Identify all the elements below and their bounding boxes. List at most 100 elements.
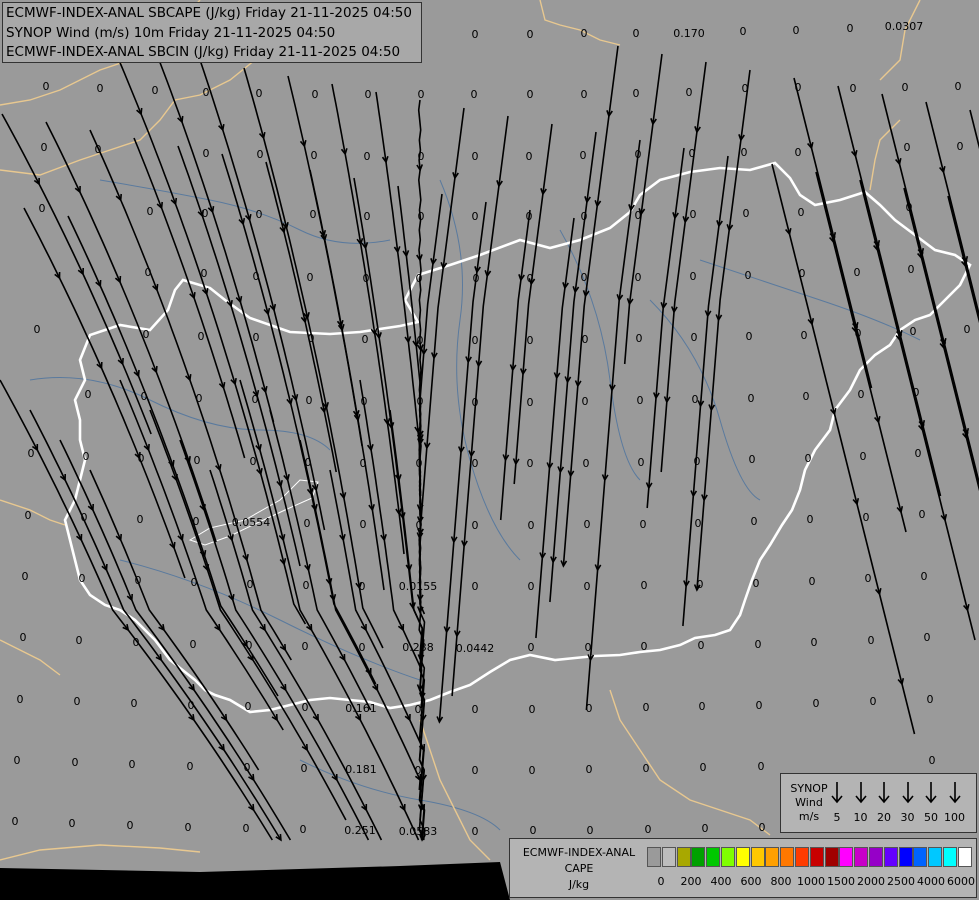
sbcin-value-label: 0 <box>245 700 252 713</box>
map-background <box>0 0 979 900</box>
sbcin-value-label: 0 <box>302 701 309 714</box>
sbcin-value-label: 0 <box>304 517 311 530</box>
title-line-sbcin: ECMWF-INDEX-ANAL SBCIN (J/kg) Friday 21-… <box>6 44 401 60</box>
sbcin-value-label: 0 <box>584 580 591 593</box>
sbcin-value-label: 0 <box>187 760 194 773</box>
cape-color-swatch <box>706 847 721 867</box>
sbcin-value-label: 0 <box>929 754 936 767</box>
sbcin-value-label: 0 <box>203 147 210 160</box>
sbcin-value-label: 0 <box>913 386 920 399</box>
sbcin-value-label: 0 <box>641 640 648 653</box>
sbcin-value-label: 0 <box>472 210 479 223</box>
sbcin-value-label: 0 <box>743 207 750 220</box>
sbcin-value-label: 0 <box>635 271 642 284</box>
sbcin-value-label: 0 <box>689 147 696 160</box>
sbcin-value-label: 0 <box>527 28 534 41</box>
sbcin-value-label: 0 <box>692 393 699 406</box>
sbcin-value-label: 0 <box>529 703 536 716</box>
sbcin-value-label: 0 <box>870 695 877 708</box>
sbcin-value-label: 0 <box>690 270 697 283</box>
sbcin-value-label: 0 <box>581 271 588 284</box>
sbcin-value-label: 0 <box>85 388 92 401</box>
sbcin-value-label: 0 <box>69 817 76 830</box>
sbcin-value-label: 0 <box>746 330 753 343</box>
sbcin-value-label: 0 <box>850 82 857 95</box>
sbcin-value-label: 0 <box>641 579 648 592</box>
sbcin-value-label: 0 <box>359 641 366 654</box>
sbcin-value-label: 0 <box>805 452 812 465</box>
synop-legend-value: 5 <box>833 811 841 824</box>
sbcin-value-label: 0 <box>807 513 814 526</box>
sbcin-value-label: 0 <box>191 576 198 589</box>
sbcin-value-label: 0 <box>529 764 536 777</box>
sbcin-value-label: 0 <box>20 631 27 644</box>
sbcin-value-label: 0 <box>472 580 479 593</box>
sbcin-value-label: 0 <box>581 210 588 223</box>
sbcin-value-label: 0 <box>244 761 251 774</box>
sbcin-value-label: 0 <box>305 456 312 469</box>
sbcin-value-label: 0 <box>581 88 588 101</box>
sbcin-value-label: 0 <box>801 329 808 342</box>
sbcin-value-label: 0 <box>702 822 709 835</box>
sbcin-value-label: 0 <box>72 756 79 769</box>
wind-arrow-icon <box>831 782 843 804</box>
synop-legend-title-line: SYNOP <box>790 782 828 795</box>
sbcin-value-label: 0 <box>127 819 134 832</box>
sbcin-value-label: 0 <box>584 518 591 531</box>
sbcin-value-label: 0 <box>847 22 854 35</box>
sbcin-value-label: 0 <box>472 396 479 409</box>
sbcin-value-label: 0 <box>527 457 534 470</box>
weather-map: 0 0 0 0 0 0 0 0 0 0 0 0 0 0 0 0 0 0 0 0 0 0 0 0 0 0 0 0 0 0 0 0 0 0 0 0 0 0 0 0… <box>0 0 979 900</box>
cape-color-swatch <box>854 847 869 867</box>
sbcin-value-label: 0 <box>301 762 308 775</box>
sbcin-value-label: 0 <box>700 761 707 774</box>
sbcin-value-label: 0 <box>418 88 425 101</box>
sbcin-value-label: 0 <box>472 703 479 716</box>
sbcin-value-label: 0 <box>362 333 369 346</box>
sbcin-value-label: 0 <box>246 639 253 652</box>
sbcin-value-label: 0 <box>753 577 760 590</box>
sbcin-value-label: 0 <box>76 634 83 647</box>
sbcin-value-label: 0 <box>17 693 24 706</box>
cape-color-swatch <box>943 847 957 867</box>
sbcin-value-label: 0 <box>253 331 260 344</box>
sbcin-value-label: 0 <box>253 270 260 283</box>
map-title-box: ECMWF-INDEX-ANAL SBCAPE (J/kg) Friday 21… <box>2 2 422 63</box>
sbcin-value-label: 0 <box>643 701 650 714</box>
sbcin-value-label: 0 <box>415 764 422 777</box>
sbcin-value-label: 0 <box>300 823 307 836</box>
sbcin-value-label: 0 <box>472 150 479 163</box>
sbcin-value-label: 0 <box>527 334 534 347</box>
sbcin-value-label: 0 <box>472 825 479 838</box>
sbcin-value-label: 0 <box>74 695 81 708</box>
sbcin-value-label: 0 <box>799 267 806 280</box>
sbcin-value-label: 0 <box>302 640 309 653</box>
sbcin-value-label: 0 <box>690 208 697 221</box>
sbcin-value-label: 0 <box>364 150 371 163</box>
sbcin-value-label: 0 <box>137 513 144 526</box>
sbcin-value-label: 0 <box>310 208 317 221</box>
sbcin-value-label: 0 <box>855 327 862 340</box>
sbcin-value-label: 0 <box>97 82 104 95</box>
sbcin-value-label: 0 <box>636 332 643 345</box>
sbcin-value-label: 0 <box>585 641 592 654</box>
sbcin-value-label: 0 <box>185 821 192 834</box>
sbcin-value-label: 0 <box>133 636 140 649</box>
sbcin-value-label: 0 <box>691 331 698 344</box>
sbcin-value-label: 0 <box>527 272 534 285</box>
sbcin-value-label: 0 <box>418 210 425 223</box>
sbcin-value-label: 0 <box>188 699 195 712</box>
sbcin-value-label: 0 <box>581 27 588 40</box>
sbcin-value-label: 0 <box>854 266 861 279</box>
sbcin-value-label: 0 <box>365 88 372 101</box>
sbcin-value-label: 0 <box>22 570 29 583</box>
sbcin-value-label: 0 <box>472 519 479 532</box>
sbcin-value-label: 0 <box>910 325 917 338</box>
sbcin-value-label: 0 <box>583 457 590 470</box>
sbcin-value-label: 0 <box>135 574 142 587</box>
sbcin-value-label: 0 <box>586 763 593 776</box>
sbcin-value-label: 0 <box>360 457 367 470</box>
sbcin-value-label: 0 <box>924 631 931 644</box>
sbcin-value-label: 0 <box>79 572 86 585</box>
sbcin-value-label: 0 <box>858 388 865 401</box>
